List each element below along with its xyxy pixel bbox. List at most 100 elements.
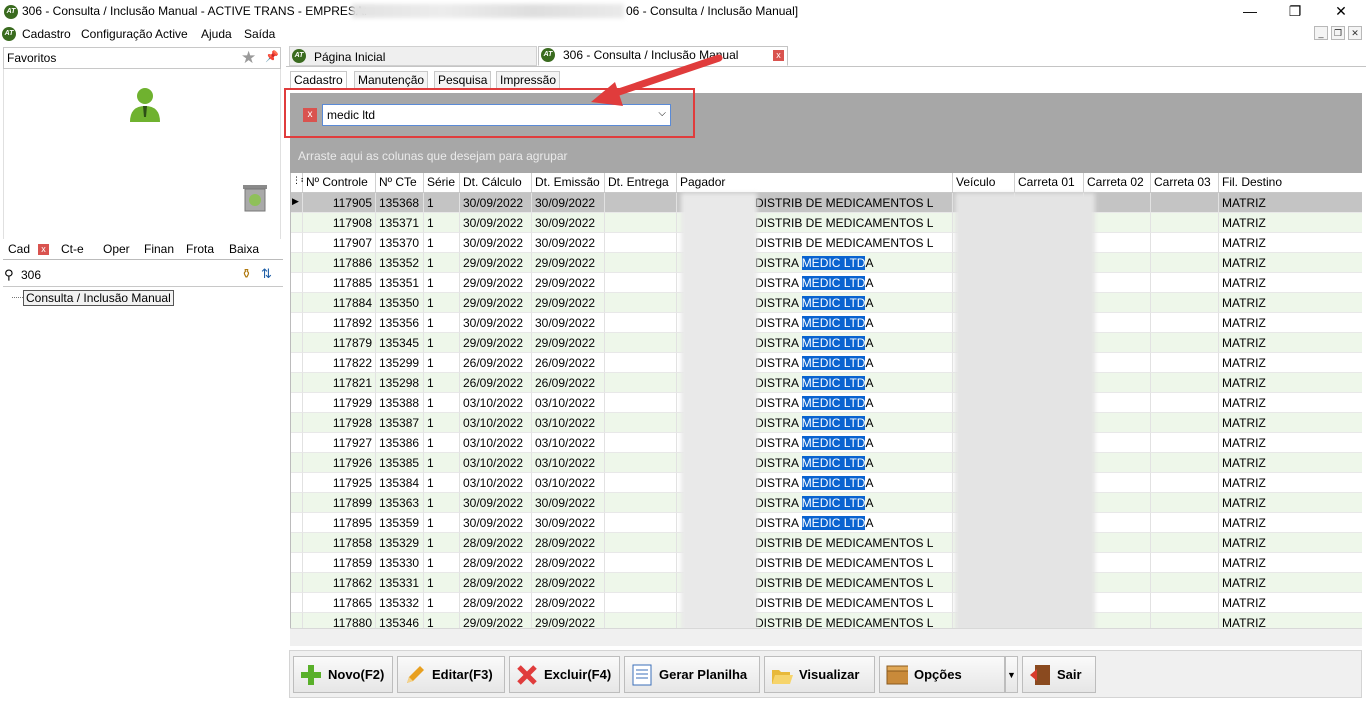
pin-icon[interactable]: 📌 [265, 50, 279, 63]
cell-controle[interactable]: 117907 [303, 233, 376, 253]
cell-entrega[interactable] [605, 273, 677, 293]
sort-icon[interactable]: ⇅ [261, 266, 272, 282]
tab-pagina-inicial[interactable]: AT Página Inicial [289, 46, 537, 66]
column-header-carreta-01[interactable]: Carreta 01 [1015, 173, 1084, 192]
table-row[interactable]: 117899 135363 1 30/09/2022 30/09/2022 DISTRA … [291, 493, 1362, 513]
cell-emissao[interactable]: 29/09/2022 [532, 333, 605, 353]
cell-c3[interactable] [1151, 273, 1219, 293]
cell-serie[interactable]: 1 [424, 193, 460, 213]
table-row[interactable]: 117928 135387 1 03/10/2022 03/10/2022 DISTRA … [291, 413, 1362, 433]
table-row[interactable]: 117884 135350 1 29/09/2022 29/09/2022 DISTRA … [291, 293, 1362, 313]
cell-destino[interactable]: MATRIZ [1219, 613, 1362, 628]
cell-cte[interactable]: 135330 [376, 553, 424, 573]
cell-destino[interactable]: MATRIZ [1219, 313, 1362, 333]
cell-emissao[interactable]: 30/09/2022 [532, 313, 605, 333]
table-row[interactable]: 117859 135330 1 28/09/2022 28/09/2022 DISTRIB… [291, 553, 1362, 573]
cell-c3[interactable] [1151, 413, 1219, 433]
novo-button[interactable]: Novo(F2) [293, 656, 393, 693]
cell-emissao[interactable]: 28/09/2022 [532, 533, 605, 553]
cell-calculo[interactable]: 30/09/2022 [460, 233, 532, 253]
cell-controle[interactable]: 117892 [303, 313, 376, 333]
cell-controle[interactable]: 117822 [303, 353, 376, 373]
cell-destino[interactable]: MATRIZ [1219, 253, 1362, 273]
cell-cte[interactable]: 135356 [376, 313, 424, 333]
cell-entrega[interactable] [605, 413, 677, 433]
cell-emissao[interactable]: 03/10/2022 [532, 473, 605, 493]
column-header-controle[interactable]: Nº Controle [303, 173, 376, 192]
cell-cte[interactable]: 135352 [376, 253, 424, 273]
mdi-minimize-icon[interactable]: _ [1314, 26, 1328, 40]
cell-serie[interactable]: 1 [424, 613, 460, 628]
menu-ajuda[interactable]: Ajuda [201, 27, 232, 41]
cell-emissao[interactable]: 28/09/2022 [532, 553, 605, 573]
cell-emissao[interactable]: 03/10/2022 [532, 433, 605, 453]
cell-cte[interactable]: 135299 [376, 353, 424, 373]
table-row[interactable]: 117858 135329 1 28/09/2022 28/09/2022 DISTRIB… [291, 533, 1362, 553]
cell-serie[interactable]: 1 [424, 453, 460, 473]
cell-emissao[interactable]: 28/09/2022 [532, 593, 605, 613]
cell-emissao[interactable]: 26/09/2022 [532, 373, 605, 393]
cell-entrega[interactable] [605, 613, 677, 628]
cell-destino[interactable]: MATRIZ [1219, 393, 1362, 413]
cell-c3[interactable] [1151, 353, 1219, 373]
cell-cte[interactable]: 135329 [376, 533, 424, 553]
cell-destino[interactable]: MATRIZ [1219, 333, 1362, 353]
cell-entrega[interactable] [605, 453, 677, 473]
menu-saida[interactable]: Saída [244, 27, 275, 41]
cell-emissao[interactable]: 29/09/2022 [532, 293, 605, 313]
cell-entrega[interactable] [605, 513, 677, 533]
cell-emissao[interactable]: 03/10/2022 [532, 413, 605, 433]
minimize-button[interactable]: — [1240, 3, 1260, 19]
cell-destino[interactable]: MATRIZ [1219, 353, 1362, 373]
cell-calculo[interactable]: 28/09/2022 [460, 593, 532, 613]
cell-c3[interactable] [1151, 393, 1219, 413]
cell-c3[interactable] [1151, 233, 1219, 253]
cell-entrega[interactable] [605, 393, 677, 413]
inner-tab-manutencao[interactable]: Manutenção [354, 71, 429, 88]
cell-c3[interactable] [1151, 453, 1219, 473]
cell-cte[interactable]: 135359 [376, 513, 424, 533]
left-tab-oper[interactable]: Oper [99, 240, 134, 259]
cell-c3[interactable] [1151, 533, 1219, 553]
mdi-close-icon[interactable]: ✕ [1348, 26, 1362, 40]
gerar-planilha-button[interactable]: Gerar Planilha [624, 656, 760, 693]
cell-controle[interactable]: 117884 [303, 293, 376, 313]
cell-cte[interactable]: 135351 [376, 273, 424, 293]
opcoes-dropdown-icon[interactable]: ▼ [1005, 656, 1018, 693]
table-row[interactable]: ▶ 117905 135368 1 30/09/2022 30/09/2022 DISTRI… [291, 193, 1362, 213]
table-row[interactable]: 117925 135384 1 03/10/2022 03/10/2022 DISTRA … [291, 473, 1362, 493]
excluir-button[interactable]: Excluir(F4) [509, 656, 620, 693]
cell-calculo[interactable]: 03/10/2022 [460, 393, 532, 413]
cell-c3[interactable] [1151, 573, 1219, 593]
cell-serie[interactable]: 1 [424, 313, 460, 333]
tree-item-consulta-inclusao[interactable]: Consulta / Inclusão Manual [23, 290, 174, 306]
inner-tab-cadastro[interactable]: Cadastro [290, 71, 347, 88]
table-row[interactable]: 117865 135332 1 28/09/2022 28/09/2022 DISTRIB… [291, 593, 1362, 613]
cell-destino[interactable]: MATRIZ [1219, 533, 1362, 553]
cell-entrega[interactable] [605, 373, 677, 393]
left-tab-frota[interactable]: Frota [182, 240, 218, 259]
cell-cte[interactable]: 135385 [376, 453, 424, 473]
cell-emissao[interactable]: 30/09/2022 [532, 233, 605, 253]
cell-c3[interactable] [1151, 313, 1219, 333]
column-header-carreta-03[interactable]: Carreta 03 [1151, 173, 1219, 192]
cell-destino[interactable]: MATRIZ [1219, 373, 1362, 393]
cell-controle[interactable]: 117926 [303, 453, 376, 473]
cell-controle[interactable]: 117862 [303, 573, 376, 593]
cell-c3[interactable] [1151, 293, 1219, 313]
cell-calculo[interactable]: 03/10/2022 [460, 453, 532, 473]
cell-c3[interactable] [1151, 253, 1219, 273]
menu-cadastro[interactable]: Cadastro [22, 27, 71, 41]
cell-controle[interactable]: 117865 [303, 593, 376, 613]
close-button[interactable]: ✕ [1331, 3, 1351, 20]
cell-serie[interactable]: 1 [424, 473, 460, 493]
cell-serie[interactable]: 1 [424, 373, 460, 393]
cell-emissao[interactable]: 29/09/2022 [532, 253, 605, 273]
left-tab-baixa[interactable]: Baixa [225, 240, 263, 259]
cell-destino[interactable]: MATRIZ [1219, 293, 1362, 313]
cell-destino[interactable]: MATRIZ [1219, 413, 1362, 433]
cell-destino[interactable]: MATRIZ [1219, 213, 1362, 233]
data-grid[interactable]: ⋮≡ Nº Controle Nº CTe Série Dt. Cálculo … [290, 173, 1362, 628]
cell-cte[interactable]: 135371 [376, 213, 424, 233]
table-row[interactable]: 117886 135352 1 29/09/2022 29/09/2022 DISTRA … [291, 253, 1362, 273]
